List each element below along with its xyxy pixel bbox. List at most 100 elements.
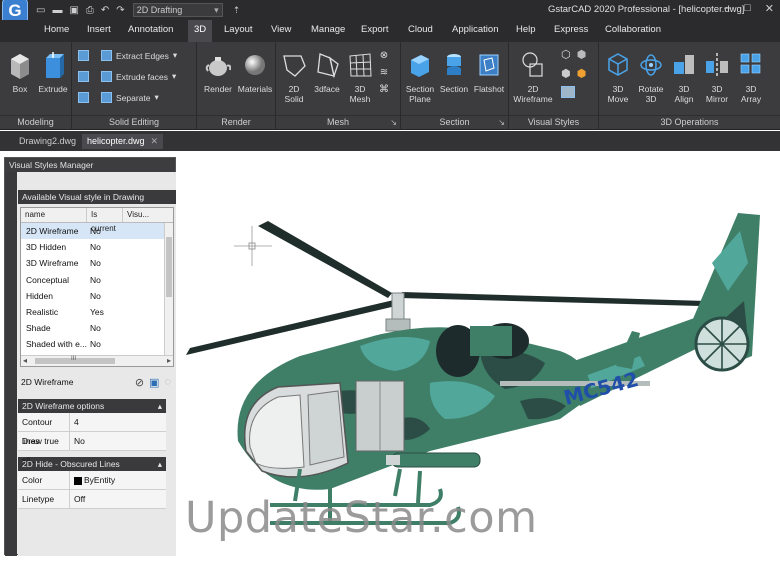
tab-application[interactable]: Application — [452, 24, 498, 35]
shaded-style-icon[interactable]: ⬢ — [577, 48, 587, 61]
section-plane-button[interactable]: Section Plane — [401, 46, 439, 104]
tab-annotation[interactable]: Annotation — [128, 24, 173, 35]
realistic-style-icon[interactable]: ⬢ — [577, 67, 587, 80]
materials-button[interactable]: Materials — [235, 46, 275, 94]
render-button[interactable]: Render — [199, 46, 237, 94]
quick-access-toolbar: ▭ ▬ ▣ ⎙ ↶ ↷ — [36, 5, 125, 16]
3d-mesh-button[interactable]: 3D Mesh — [342, 46, 378, 104]
list-vertical-scrollbar[interactable] — [164, 223, 173, 356]
rotate-3d-button[interactable]: Rotate 3D — [632, 46, 670, 104]
revolve-mesh-icon[interactable]: ⊗ — [380, 50, 388, 61]
scroll-left-icon[interactable]: ◂ — [23, 356, 27, 365]
no-entry-icon[interactable]: ⊘ — [135, 376, 144, 389]
visual-styles-manager-icon[interactable] — [561, 86, 575, 98]
scrollbar-thumb[interactable] — [166, 237, 172, 297]
close-icon[interactable]: ✕ — [765, 2, 774, 15]
prop-value[interactable]: 4 — [70, 413, 79, 431]
conceptual-style-icon[interactable]: ⬢ — [561, 67, 571, 80]
obscured-linetype-row[interactable]: Linetype Off — [18, 490, 166, 509]
doc-tab-helicopter[interactable]: helicopter.dwg ✕ — [82, 134, 164, 149]
list-item[interactable]: Shaded with e... No — [21, 336, 173, 352]
tab-manage[interactable]: Manage — [311, 24, 345, 35]
watermark: UpdateStar.com — [185, 493, 538, 543]
minimize-icon[interactable]: – — [724, 2, 730, 15]
list-item[interactable]: 3D Wireframe No — [21, 255, 173, 271]
hidden-style-icon[interactable]: ⬡ — [561, 48, 571, 61]
tab-home[interactable]: Home — [44, 24, 69, 35]
section-button[interactable]: Section — [435, 46, 473, 94]
new-file-icon[interactable]: ▭ — [36, 5, 45, 16]
prop-value[interactable]: No — [70, 432, 85, 450]
extract-edges-button[interactable]: Extract Edges ▾ — [78, 50, 177, 61]
scroll-right-icon[interactable]: ▸ — [167, 356, 171, 365]
export-style-icon[interactable]: ◌ — [164, 376, 171, 389]
list-item[interactable]: Hidden No — [21, 288, 173, 304]
tab-help[interactable]: Help — [516, 24, 536, 35]
close-tab-icon[interactable]: ✕ — [151, 136, 159, 146]
column-visual[interactable]: Visu... — [123, 208, 169, 222]
extrude-faces-button[interactable]: Extrude faces ▾ — [78, 71, 176, 82]
tab-layout[interactable]: Layout — [224, 24, 253, 35]
subtract-icon — [78, 71, 89, 82]
visual-styles-list[interactable]: name Is current Visu... 2D Wireframe No 3… — [20, 207, 174, 367]
column-name[interactable]: name — [21, 208, 87, 222]
list-item[interactable]: 3D Hidden No — [21, 239, 173, 255]
sphere-icon — [242, 50, 268, 80]
prop-value[interactable]: Off — [70, 490, 85, 508]
workspace-select[interactable]: 2D Drafting — [132, 3, 223, 17]
hide-obscured-header[interactable]: 2D Hide - Obscured Lines ▴ — [18, 457, 166, 471]
section-launcher-icon[interactable]: ↘ — [498, 118, 505, 127]
tab-insert[interactable]: Insert — [87, 24, 111, 35]
prop-label: Contour lines — [18, 413, 70, 446]
obscured-color-row[interactable]: Color ByEntity — [18, 471, 166, 490]
mesh-launcher-icon[interactable]: ↘ — [390, 118, 397, 127]
rotate-3d-label: Rotate 3D — [638, 84, 664, 104]
list-item[interactable]: Realistic Yes — [21, 304, 173, 320]
mesh-grid-icon — [347, 50, 373, 80]
tab-3d[interactable]: 3D — [188, 20, 213, 42]
list-item[interactable]: Conceptual No — [21, 272, 173, 288]
3d-array-button[interactable]: 3D Array — [732, 46, 770, 104]
doc-tab-drawing2[interactable]: Drawing2.dwg — [14, 134, 81, 149]
extrude-button[interactable]: Extrude — [34, 46, 72, 94]
redo-icon[interactable]: ↷ — [116, 5, 124, 16]
flatshot-button[interactable]: Flatshot — [469, 46, 509, 94]
tab-collaboration[interactable]: Collaboration — [605, 24, 661, 35]
2d-wireframe-button[interactable]: 2D Wireframe — [511, 46, 555, 104]
tab-express[interactable]: Express — [554, 24, 588, 35]
tab-export[interactable]: Export — [361, 24, 388, 35]
column-is-current[interactable]: Is current — [87, 208, 123, 233]
wireframe-options-header[interactable]: 2D Wireframe options ▴ — [18, 399, 166, 413]
extract-edges-icon — [101, 50, 112, 61]
undo-icon[interactable]: ↶ — [101, 5, 109, 16]
prop-label: Draw true sil... — [18, 432, 70, 465]
list-item[interactable]: Shade No — [21, 320, 173, 336]
tab-view[interactable]: View — [271, 24, 291, 35]
quick-access-more-icon[interactable]: ⇡ — [233, 5, 241, 16]
tab-cloud[interactable]: Cloud — [408, 24, 433, 35]
open-file-icon[interactable]: ▬ — [52, 5, 62, 16]
3dface-button[interactable]: 3dface — [308, 46, 346, 94]
ruled-mesh-icon[interactable]: ⌘ — [379, 84, 389, 95]
separate-button[interactable]: Separate ▾ — [78, 92, 159, 103]
list-item[interactable]: 2D Wireframe No — [21, 223, 173, 240]
apply-style-icon[interactable]: ▣ — [149, 376, 159, 389]
print-icon[interactable]: ⎙ — [86, 5, 94, 16]
prop-label: Linetype — [18, 490, 70, 508]
draw-true-silhouettes-row[interactable]: Draw true sil... No — [18, 432, 166, 465]
list-horizontal-scrollbar[interactable]: ◂ III ▸ — [21, 355, 173, 366]
palette-grip[interactable] — [5, 172, 17, 556]
3d-align-button[interactable]: 3D Align — [666, 46, 702, 104]
collapse-icon[interactable]: ▴ — [158, 401, 162, 411]
contour-lines-row[interactable]: Contour lines 4 — [18, 413, 166, 446]
tabulated-mesh-icon[interactable]: ≋ — [380, 67, 388, 78]
3d-mirror-button[interactable]: 3D Mirror — [698, 46, 736, 104]
maximize-icon[interactable]: □ — [744, 2, 751, 15]
box-button[interactable]: Box — [2, 46, 38, 94]
solid-2d-button[interactable]: 2D Solid — [276, 46, 312, 104]
palette-title[interactable]: Visual Styles Manager — [5, 158, 175, 172]
prop-value[interactable]: ByEntity — [70, 471, 115, 489]
collapse-icon[interactable]: ▴ — [158, 459, 162, 469]
rotor-blade-left — [258, 221, 392, 298]
save-icon[interactable]: ▣ — [69, 5, 78, 16]
